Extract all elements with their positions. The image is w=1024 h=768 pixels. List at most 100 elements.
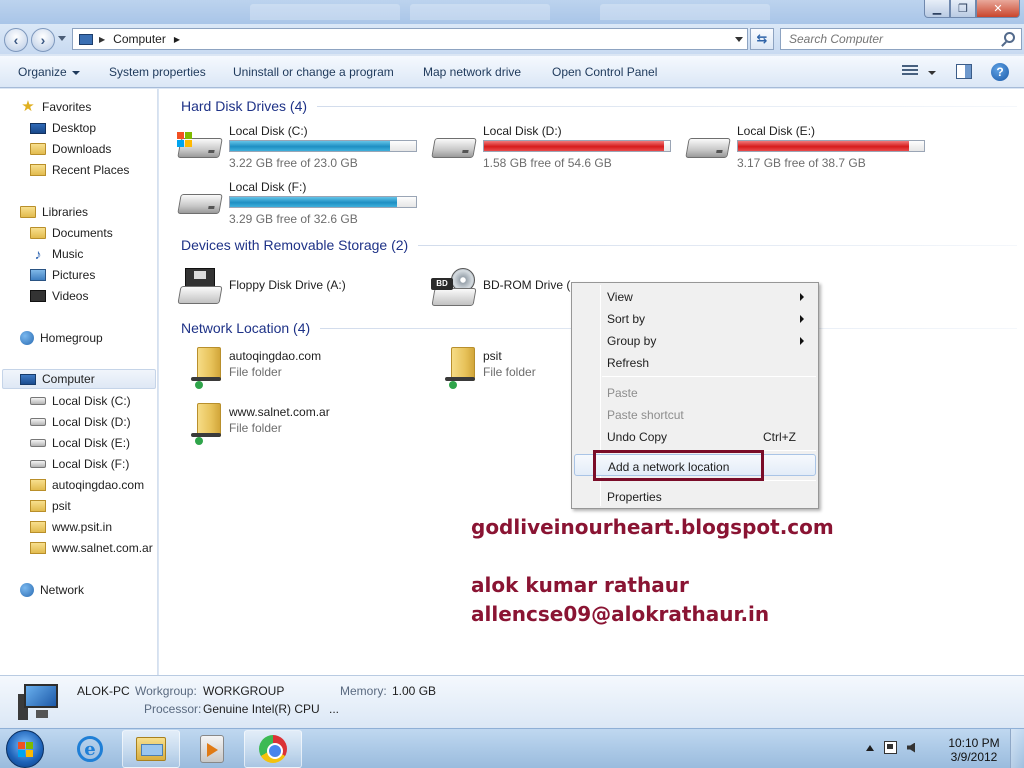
- homegroup-icon: [20, 331, 34, 345]
- computer-icon: [79, 33, 93, 45]
- drive-name: Local Disk (E:): [737, 124, 816, 138]
- nav-homegroup[interactable]: Homegroup: [20, 328, 103, 348]
- menu-item-sort-by[interactable]: Sort by: [574, 307, 816, 329]
- nav-music[interactable]: ♪ Music: [30, 244, 84, 264]
- nav-pictures[interactable]: Pictures: [30, 265, 95, 285]
- group-header-hard-disks[interactable]: Hard Disk Drives (4): [181, 98, 1017, 114]
- nav-local-disk-e[interactable]: Local Disk (E:): [30, 433, 130, 453]
- drive-tile-d[interactable]: Local Disk (D:) 1.58 GB free of 54.6 GB: [431, 124, 681, 172]
- search-input[interactable]: [781, 29, 991, 49]
- address-dropdown-icon[interactable]: [735, 37, 743, 42]
- menu-item-refresh[interactable]: Refresh: [574, 351, 816, 373]
- recent-pages-dropdown[interactable]: [58, 36, 66, 41]
- drive-tile-f[interactable]: Local Disk (F:) 3.29 GB free of 32.6 GB: [177, 180, 427, 228]
- nav-recent-places[interactable]: Recent Places: [30, 160, 129, 180]
- forward-button[interactable]: ›: [31, 28, 55, 52]
- nav-label: Local Disk (F:): [52, 457, 130, 471]
- drive-usage-bar: [483, 140, 671, 152]
- taskbar-internet-explorer[interactable]: e: [61, 730, 119, 768]
- taskbar-media-player[interactable]: [183, 730, 241, 768]
- nav-label: Homegroup: [40, 331, 103, 345]
- nav-documents[interactable]: Documents: [30, 223, 113, 243]
- close-button[interactable]: ✕: [976, 0, 1020, 18]
- nav-autoqingdao[interactable]: autoqingdao.com: [30, 475, 144, 495]
- restore-button[interactable]: ❐: [950, 0, 976, 18]
- clock[interactable]: 10:10 PM 3/9/2012: [944, 736, 1004, 764]
- view-options-dropdown[interactable]: [928, 71, 936, 75]
- drive-usage-fill: [484, 141, 665, 151]
- back-button[interactable]: ‹: [4, 28, 28, 52]
- nav-local-disk-d[interactable]: Local Disk (D:): [30, 412, 131, 432]
- nav-www-psit-in[interactable]: www.psit.in: [30, 517, 112, 537]
- nav-www-salnet[interactable]: www.salnet.com.ar: [30, 538, 153, 558]
- group-title: Hard Disk Drives (4): [181, 98, 308, 114]
- nav-label: psit: [52, 499, 71, 513]
- nav-label: Pictures: [52, 268, 96, 282]
- open-control-panel-button[interactable]: Open Control Panel: [552, 65, 657, 79]
- nav-videos[interactable]: Videos: [30, 286, 88, 306]
- action-center-flag-icon[interactable]: [884, 741, 897, 754]
- nav-favorites[interactable]: ★ Favorites: [20, 97, 91, 117]
- nav-downloads[interactable]: Downloads: [30, 139, 111, 159]
- nav-desktop[interactable]: Desktop: [30, 118, 96, 138]
- downloads-folder-icon: [30, 143, 46, 155]
- menu-item-label: Paste shortcut: [607, 408, 684, 422]
- address-bar[interactable]: ▶ Computer ▶: [72, 28, 748, 50]
- organize-button[interactable]: Organize: [18, 65, 80, 79]
- uninstall-program-button[interactable]: Uninstall or change a program: [233, 65, 394, 79]
- menu-item-view[interactable]: View: [574, 285, 816, 307]
- network-folder-icon: [445, 347, 479, 393]
- start-button[interactable]: [6, 730, 44, 768]
- search-box[interactable]: [780, 28, 1022, 50]
- menu-item-undo-copy[interactable]: Undo Copy Ctrl+Z: [574, 425, 816, 447]
- nav-label: www.salnet.com.ar: [52, 541, 153, 555]
- breadcrumb-arrow-icon[interactable]: ▶: [174, 35, 180, 44]
- network-location-autoqingdao[interactable]: autoqingdao.com File folder: [177, 347, 427, 395]
- command-bar: Organize System properties Uninstall or …: [0, 56, 1024, 88]
- change-view-icon[interactable]: [902, 65, 918, 79]
- nav-libraries[interactable]: Libraries: [20, 202, 88, 222]
- refresh-button[interactable]: ⇆: [750, 28, 774, 50]
- nav-label: Music: [52, 247, 84, 261]
- volume-icon[interactable]: [907, 742, 915, 753]
- hard-drive-icon: [30, 418, 46, 426]
- menu-item-properties[interactable]: Properties: [574, 485, 816, 507]
- show-desktop-button[interactable]: [1010, 729, 1024, 768]
- preview-pane-icon[interactable]: [956, 64, 972, 79]
- group-title: Network Location (4): [181, 320, 311, 336]
- taskbar-windows-explorer[interactable]: [122, 730, 180, 768]
- nav-psit[interactable]: psit: [30, 496, 71, 516]
- map-network-drive-button[interactable]: Map network drive: [423, 65, 521, 79]
- system-tray: [866, 741, 915, 754]
- nav-computer[interactable]: Computer: [2, 369, 156, 389]
- title-bar: ▁ ❐ ✕: [0, 0, 1024, 24]
- help-icon[interactable]: ?: [991, 63, 1009, 81]
- search-icon[interactable]: [1004, 32, 1015, 43]
- nav-local-disk-f[interactable]: Local Disk (F:): [30, 454, 129, 474]
- nav-local-disk-c[interactable]: Local Disk (C:): [30, 391, 131, 411]
- menu-item-group-by[interactable]: Group by: [574, 329, 816, 351]
- breadcrumb-separator-icon[interactable]: ▶: [99, 35, 105, 44]
- minimize-button[interactable]: ▁: [924, 0, 950, 18]
- star-icon: ★: [21, 98, 35, 115]
- taskbar-chrome[interactable]: [244, 730, 302, 768]
- nav-network[interactable]: Network: [20, 580, 84, 600]
- system-properties-button[interactable]: System properties: [109, 65, 206, 79]
- nav-label: Local Disk (E:): [52, 436, 131, 450]
- network-location-salnet[interactable]: www.salnet.com.ar File folder: [177, 403, 427, 451]
- nav-label: Favorites: [42, 100, 92, 114]
- system-drive-icon: [177, 132, 223, 162]
- drive-tile-e[interactable]: Local Disk (E:) 3.17 GB free of 38.7 GB: [685, 124, 935, 172]
- clock-date: 3/9/2012: [950, 750, 998, 764]
- drive-tile-c[interactable]: Local Disk (C:) 3.22 GB free of 23.0 GB: [177, 124, 427, 172]
- watermark-blog: godliveinourheart.blogspot.com: [471, 515, 834, 539]
- pc-name: ALOK-PC: [77, 684, 130, 698]
- group-divider: [317, 105, 1017, 107]
- group-header-removable[interactable]: Devices with Removable Storage (2): [181, 237, 1017, 253]
- background-tab: [250, 4, 400, 20]
- show-hidden-icons-icon[interactable]: [866, 744, 874, 751]
- windows-logo-icon: [18, 742, 34, 758]
- breadcrumb-computer[interactable]: Computer: [113, 32, 166, 46]
- floppy-drive-tile[interactable]: Floppy Disk Drive (A:): [177, 264, 427, 312]
- submenu-arrow-icon: [800, 337, 804, 345]
